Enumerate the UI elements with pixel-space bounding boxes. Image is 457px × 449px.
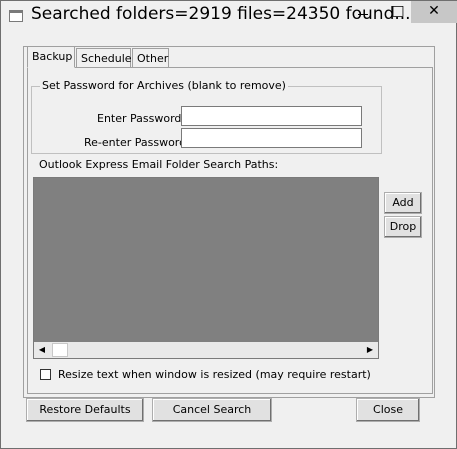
app-window-icon xyxy=(9,10,23,22)
tab-schedule[interactable]: Schedule xyxy=(76,48,132,67)
close-window-button[interactable]: ✕ xyxy=(411,1,457,23)
tab-backup[interactable]: Backup xyxy=(27,46,75,68)
search-paths-list[interactable] xyxy=(33,177,379,359)
drop-path-button[interactable]: Drop xyxy=(384,216,422,238)
enter-password-label: Enter Password: xyxy=(97,112,186,125)
minimize-button[interactable] xyxy=(346,1,380,23)
horizontal-scrollbar[interactable]: ◀ ▶ xyxy=(34,342,378,358)
scroll-right-icon[interactable]: ▶ xyxy=(362,342,378,358)
minimize-icon xyxy=(358,14,368,15)
title-bar: Searched folders=2919 files=24350 found.… xyxy=(1,1,457,31)
scroll-thumb[interactable] xyxy=(52,343,68,357)
close-button[interactable]: Close xyxy=(356,398,420,422)
resize-text-checkbox[interactable] xyxy=(40,369,51,380)
password-group-title: Set Password for Archives (blank to remo… xyxy=(40,79,288,92)
search-paths-label: Outlook Express Email Folder Search Path… xyxy=(39,158,279,171)
maximize-button[interactable]: □ xyxy=(381,1,415,23)
reenter-password-label: Re-enter Password: xyxy=(84,136,190,149)
restore-defaults-button[interactable]: Restore Defaults xyxy=(26,398,144,422)
reenter-password-field[interactable] xyxy=(181,128,362,148)
tab-other[interactable]: Other xyxy=(132,48,169,67)
enter-password-field[interactable] xyxy=(181,106,362,126)
cancel-search-button[interactable]: Cancel Search xyxy=(152,398,272,422)
scroll-left-icon[interactable]: ◀ xyxy=(34,342,50,358)
resize-text-label[interactable]: Resize text when window is resized (may … xyxy=(58,368,371,381)
add-path-button[interactable]: Add xyxy=(384,192,422,214)
